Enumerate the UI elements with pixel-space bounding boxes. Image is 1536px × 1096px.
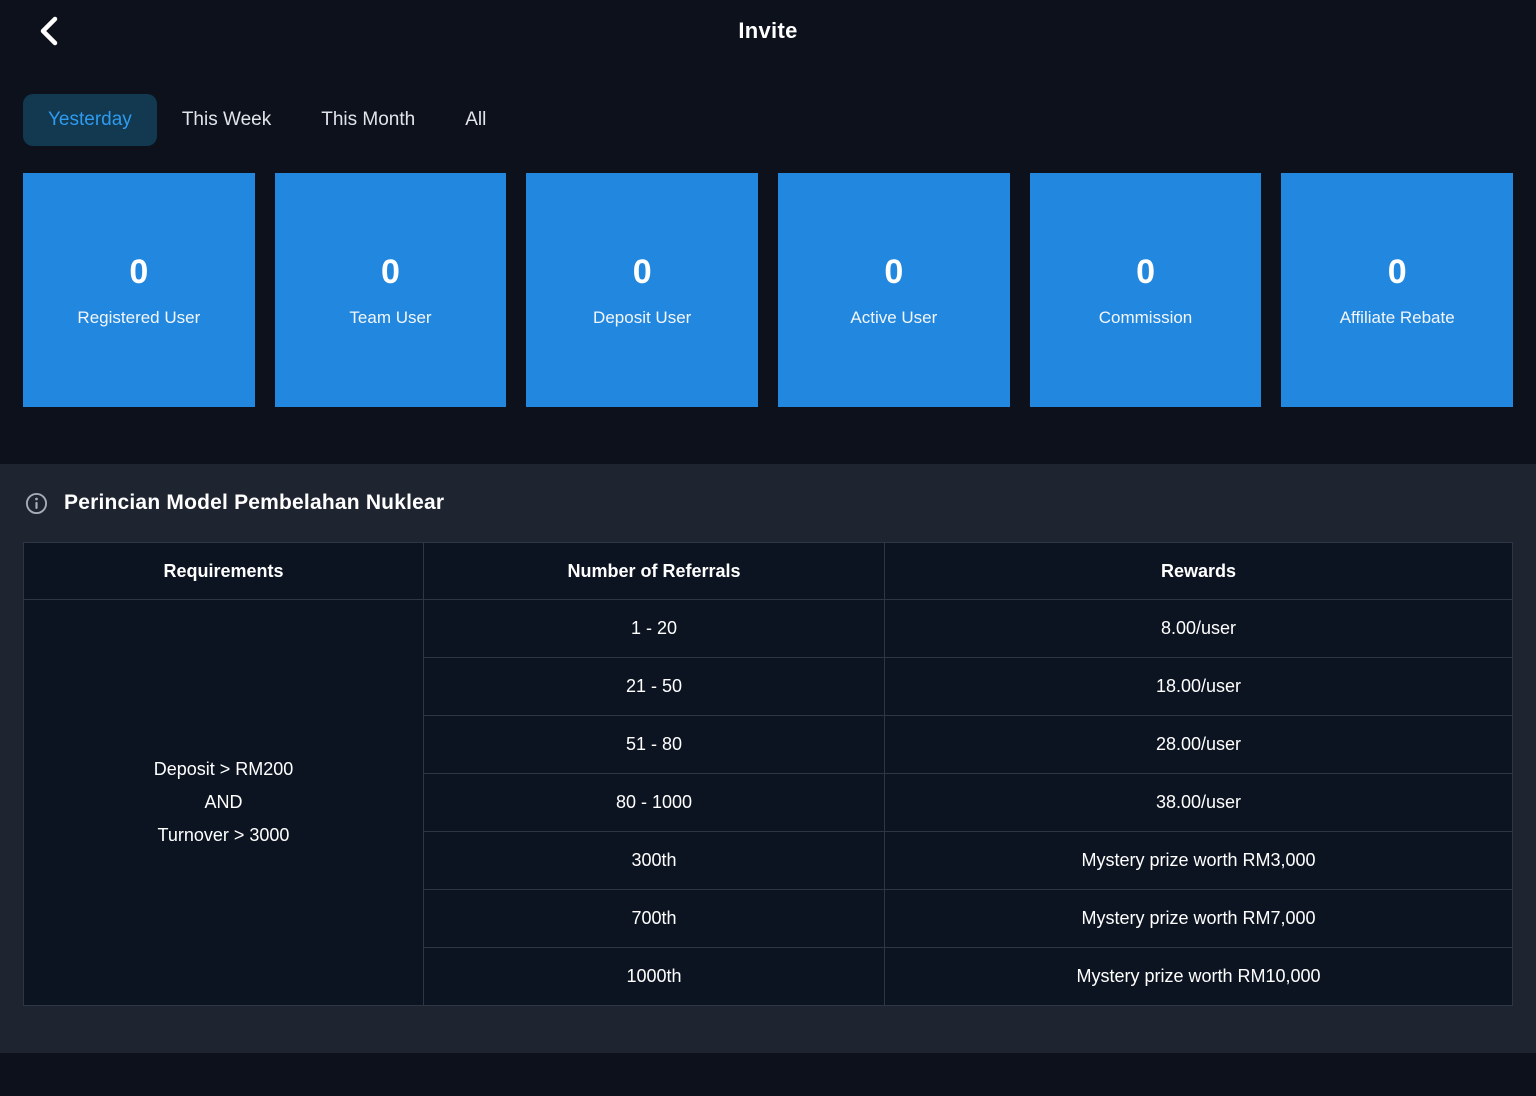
stat-card-affiliate-rebate: 0 Affiliate Rebate xyxy=(1281,173,1513,407)
stat-card-active-user: 0 Active User xyxy=(778,173,1010,407)
section-heading: Perincian Model Pembelahan Nuklear xyxy=(64,491,444,515)
stat-value: 0 xyxy=(381,253,400,292)
page-title: Invite xyxy=(738,18,797,44)
stat-label: Commission xyxy=(1099,308,1193,328)
referrals-cell: 51 - 80 xyxy=(424,716,885,774)
column-header-requirements: Requirements xyxy=(24,543,424,600)
stat-label: Affiliate Rebate xyxy=(1340,308,1455,328)
stats-row: 0 Registered User 0 Team User 0 Deposit … xyxy=(23,173,1513,407)
rewards-table: Requirements Number of Referrals Rewards… xyxy=(23,542,1513,1006)
referrals-cell: 80 - 1000 xyxy=(424,774,885,832)
time-filter-tabs: Yesterday This Week This Month All xyxy=(23,94,1513,146)
requirement-turnover: Turnover > 3000 xyxy=(32,819,415,852)
stat-card-commission: 0 Commission xyxy=(1030,173,1262,407)
reward-cell: 8.00/user xyxy=(885,600,1513,658)
referrals-cell: 1000th xyxy=(424,948,885,1006)
reward-cell: Mystery prize worth RM7,000 xyxy=(885,890,1513,948)
stat-label: Deposit User xyxy=(593,308,691,328)
table-header-row: Requirements Number of Referrals Rewards xyxy=(24,543,1513,600)
referrals-cell: 300th xyxy=(424,832,885,890)
tab-yesterday[interactable]: Yesterday xyxy=(23,94,157,146)
stat-value: 0 xyxy=(1136,253,1155,292)
reward-cell: 38.00/user xyxy=(885,774,1513,832)
chevron-left-icon xyxy=(37,16,59,46)
column-header-referrals: Number of Referrals xyxy=(424,543,885,600)
reward-cell: 28.00/user xyxy=(885,716,1513,774)
back-button[interactable] xyxy=(30,13,66,49)
stat-value: 0 xyxy=(884,253,903,292)
tab-this-week[interactable]: This Week xyxy=(157,94,296,146)
stat-card-deposit-user: 0 Deposit User xyxy=(526,173,758,407)
reward-cell: 18.00/user xyxy=(885,658,1513,716)
reward-cell: Mystery prize worth RM3,000 xyxy=(885,832,1513,890)
requirement-deposit: Deposit > RM200 xyxy=(32,753,415,786)
stat-value: 0 xyxy=(1388,253,1407,292)
referrals-cell: 700th xyxy=(424,890,885,948)
column-header-rewards: Rewards xyxy=(885,543,1513,600)
referrals-cell: 21 - 50 xyxy=(424,658,885,716)
stat-value: 0 xyxy=(633,253,652,292)
stat-label: Active User xyxy=(850,308,937,328)
stat-card-team-user: 0 Team User xyxy=(275,173,507,407)
requirements-cell: Deposit > RM200 AND Turnover > 3000 xyxy=(24,600,424,1006)
top-bar: Invite xyxy=(0,0,1536,62)
referrals-cell: 1 - 20 xyxy=(424,600,885,658)
stat-label: Registered User xyxy=(77,308,200,328)
invite-page: Invite Yesterday This Week This Month Al… xyxy=(0,0,1536,1096)
stat-label: Team User xyxy=(349,308,431,328)
tab-this-month[interactable]: This Month xyxy=(296,94,440,146)
stat-value: 0 xyxy=(129,253,148,292)
requirement-and: AND xyxy=(32,786,415,819)
tab-all[interactable]: All xyxy=(440,94,511,146)
section-heading-row: Perincian Model Pembelahan Nuklear xyxy=(23,491,1513,515)
reward-cell: Mystery prize worth RM10,000 xyxy=(885,948,1513,1006)
table-row: Deposit > RM200 AND Turnover > 3000 1 - … xyxy=(24,600,1513,658)
rewards-model-section: Perincian Model Pembelahan Nuklear Requi… xyxy=(0,464,1536,1053)
stat-card-registered-user: 0 Registered User xyxy=(23,173,255,407)
info-icon xyxy=(25,492,48,515)
